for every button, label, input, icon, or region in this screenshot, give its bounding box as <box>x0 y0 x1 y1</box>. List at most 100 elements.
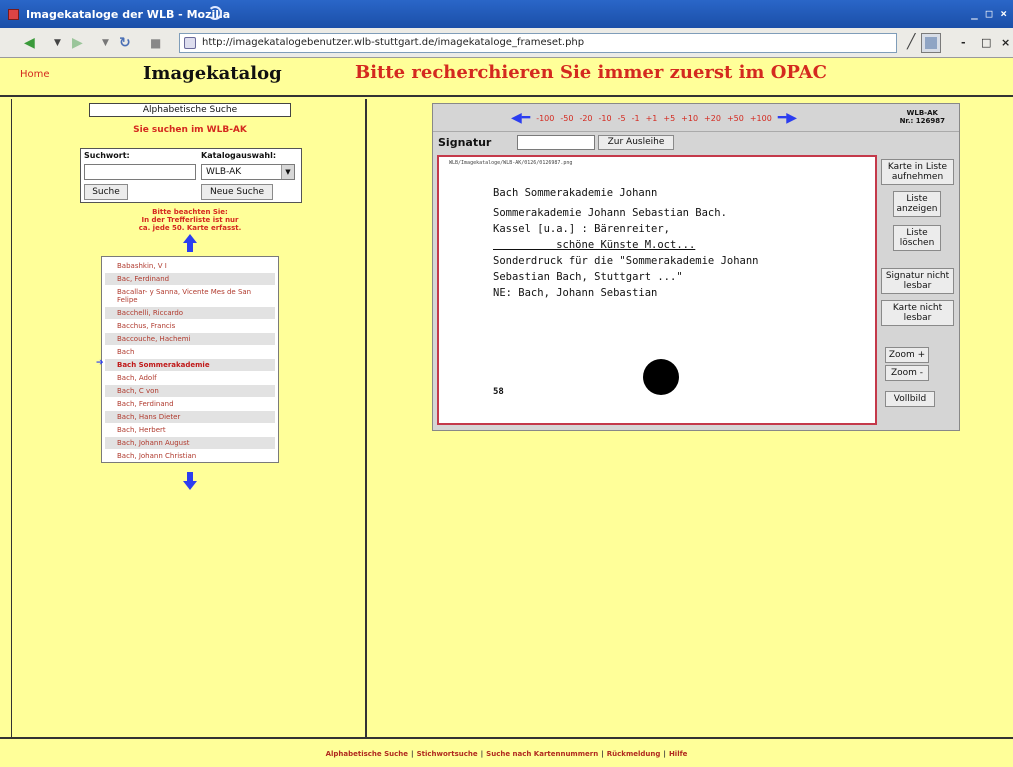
back-icon[interactable]: ◀ <box>24 34 35 52</box>
card-line: Sonderdruck für die "Sommerakademie Joha… <box>493 255 759 267</box>
scroll-down-arrow-icon[interactable] <box>183 472 197 490</box>
chevron-down-icon[interactable]: ▼ <box>102 34 109 52</box>
site-icon <box>184 37 196 49</box>
scroll-up-arrow-icon[interactable] <box>183 234 197 252</box>
search-form: Suchwort: Katalogauswahl: WLB-AK ▼ Suche… <box>80 148 302 203</box>
pager-step-link[interactable]: -10 <box>599 114 612 123</box>
signature-row: Signatur Zur Ausleihe <box>433 131 959 153</box>
fullscreen-button[interactable]: Vollbild <box>885 391 935 407</box>
footer-links: Alphabetische Suche | Stichwortsuche | Suche… <box>0 750 1013 758</box>
zoom-out-button[interactable]: Zoom - <box>885 365 929 381</box>
zur-ausleihe-button[interactable]: Zur Ausleihe <box>598 135 674 150</box>
next-arrow-icon[interactable]: ━▶ <box>778 111 797 125</box>
notice-text: Bitte beachten Sie: In der Trefferliste … <box>12 208 368 232</box>
pager-step-link[interactable]: +1 <box>646 114 658 123</box>
home-link[interactable]: Home <box>20 69 50 80</box>
zoom-in-button[interactable]: Zoom + <box>885 347 929 363</box>
notice-line: Bitte beachten Sie: <box>152 208 228 216</box>
catalog-info: WLB-AK Nr.: 126987 <box>900 109 945 125</box>
list-item[interactable]: Bach, Johann Christian <box>105 450 275 462</box>
list-item[interactable]: Bacchelli, Riccardo <box>105 307 275 319</box>
pager-step-link[interactable]: -1 <box>632 114 640 123</box>
catalog-card-image: WLB/Imagekataloge/WLB-AK/0126/0126987.pn… <box>437 155 877 425</box>
footer-link[interactable]: Rückmeldung <box>607 750 661 758</box>
right-frame: ◀━ -100 -50 -20 -10 -5 -1 +1 +5 +10 +20 +50 +100 ━▶ … <box>369 99 1013 737</box>
signature-label: Signatur <box>438 136 492 149</box>
previous-arrow-icon[interactable]: ◀━ <box>511 111 530 125</box>
list-item[interactable]: Bach, C von <box>105 385 275 397</box>
card-line: Sommerakademie Johann Sebastian Bach. <box>493 207 727 219</box>
card-pager: ◀━ -100 -50 -20 -10 -5 -1 +1 +5 +10 +20 +50 +100 ━▶ <box>511 111 797 125</box>
search-label: Suchwort: <box>84 151 130 160</box>
pager-step-link[interactable]: -50 <box>560 114 573 123</box>
card-path: WLB/Imagekataloge/WLB-AK/0126/0126987.pn… <box>449 160 573 166</box>
reload-icon[interactable]: ↻ <box>119 34 131 52</box>
pager-step-link[interactable]: +100 <box>750 114 772 123</box>
pen-icon[interactable]: ╱ <box>907 34 915 50</box>
pager-step-link[interactable]: +5 <box>663 114 675 123</box>
close-document-button[interactable]: × <box>1001 36 1010 49</box>
footer-separator: | <box>480 750 484 758</box>
catalog-select[interactable]: WLB-AK ▼ <box>201 164 295 180</box>
list-item[interactable]: Bach, Adolf <box>105 372 275 384</box>
list-item[interactable]: Bach, Johann August <box>105 437 275 449</box>
maximize-button[interactable]: □ <box>986 7 993 20</box>
search-subtitle: Sie suchen im WLB-AK <box>133 125 247 135</box>
throbber-icon <box>208 6 222 20</box>
pager-step-link[interactable]: -100 <box>536 114 554 123</box>
footer-separator: | <box>663 750 666 758</box>
footer-link[interactable]: Suche nach Kartennummern <box>486 750 598 758</box>
signature-input[interactable] <box>517 135 595 150</box>
stop-icon[interactable]: ■ <box>150 34 161 52</box>
card-number: Nr.: 126987 <box>899 117 945 125</box>
navigation-toolbar: ◀ ▼ ▶ ▼ ↻ ■ http://imagekatalogebenutzer… <box>0 28 1013 58</box>
window-titlebar: Imagekataloge der WLB - Mozilla _ □ × <box>0 0 1013 28</box>
list-item[interactable]: Bach <box>105 346 275 358</box>
chevron-down-icon[interactable]: ▼ <box>54 34 61 52</box>
left-frame: Alphabetische Suche Sie suchen im WLB-AK… <box>11 99 367 737</box>
card-unreadable-button[interactable]: Karte nicht lesbar <box>881 300 954 326</box>
catalog-label: Katalogauswahl: <box>201 151 277 160</box>
list-item[interactable]: Bac, Ferdinand <box>105 273 275 285</box>
pager-step-link[interactable]: -20 <box>579 114 592 123</box>
catalog-name: WLB-AK <box>906 109 938 117</box>
add-to-list-button[interactable]: Karte in Liste aufnehmen <box>881 159 954 185</box>
list-item[interactable]: Babashkin, V I <box>105 260 275 272</box>
list-item[interactable]: Bach, Ferdinand <box>105 398 275 410</box>
sidebar-toggle-icon[interactable] <box>921 33 941 53</box>
footer-link[interactable]: Stichwortsuche <box>417 750 478 758</box>
footer-link[interactable]: Alphabetische Suche <box>326 750 408 758</box>
chevron-down-icon[interactable]: ▼ <box>281 165 294 179</box>
list-item[interactable]: Bach Sommerakademie <box>96 359 275 371</box>
delete-list-button[interactable]: Liste löschen <box>893 225 941 251</box>
card-viewer: ◀━ -100 -50 -20 -10 -5 -1 +1 +5 +10 +20 +50 +100 ━▶ … <box>432 103 960 431</box>
minimize-document-button[interactable]: - <box>961 36 966 49</box>
search-button[interactable]: Suche <box>84 184 128 200</box>
url-text: http://imagekatalogebenutzer.wlb-stuttga… <box>202 37 585 48</box>
card-line: Bach Sommerakademie Johann <box>493 187 658 199</box>
close-button[interactable]: × <box>1000 7 1007 20</box>
footer-link[interactable]: Hilfe <box>669 750 687 758</box>
show-list-button[interactable]: Liste anzeigen <box>893 191 941 217</box>
card-stamp: 58 <box>493 387 504 397</box>
notice-line: ca. jede 50. Karte erfasst. <box>138 224 242 232</box>
list-item[interactable]: Bacchus, Francis <box>105 320 275 332</box>
signature-unreadable-button[interactable]: Signatur nicht lesbar <box>881 268 954 294</box>
minimize-button[interactable]: _ <box>971 7 978 20</box>
card-punch-hole <box>643 359 679 395</box>
opac-hint: Bitte recherchieren Sie immer zuerst im … <box>355 62 827 83</box>
forward-icon[interactable]: ▶ <box>72 34 83 52</box>
list-item[interactable]: Bach, Herbert <box>105 424 275 436</box>
pager-step-link[interactable]: -5 <box>618 114 626 123</box>
notice-line: In der Trefferliste ist nur <box>141 216 239 224</box>
list-item[interactable]: Bach, Hans Dieter <box>105 411 275 423</box>
list-item[interactable]: Bacallar- y Sanna, Vicente Mes de San Fe… <box>105 286 275 306</box>
restore-document-button[interactable]: □ <box>981 36 991 49</box>
pager-step-link[interactable]: +50 <box>727 114 744 123</box>
new-search-button[interactable]: Neue Suche <box>201 184 273 200</box>
search-input[interactable] <box>84 164 196 180</box>
list-item[interactable]: Baccouche, Hachemi <box>105 333 275 345</box>
pager-step-link[interactable]: +20 <box>704 114 721 123</box>
url-field[interactable]: http://imagekatalogebenutzer.wlb-stuttga… <box>179 33 897 53</box>
pager-step-link[interactable]: +10 <box>681 114 698 123</box>
